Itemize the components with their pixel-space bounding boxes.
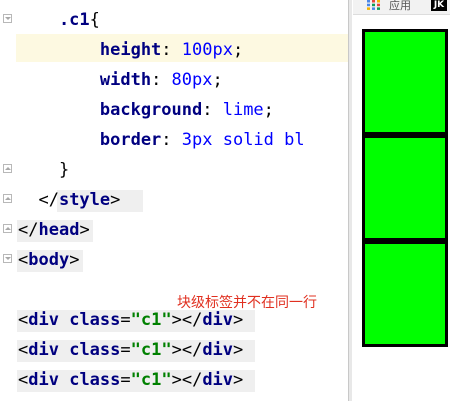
code-line[interactable]: width: 80px;	[18, 68, 223, 92]
code-token: class	[69, 340, 121, 360]
code-token: 100px	[181, 40, 233, 60]
code-token: >	[233, 310, 244, 330]
apps-grid-icon[interactable]	[367, 0, 380, 10]
code-line[interactable]: .c1{	[18, 8, 100, 32]
code-token: class	[69, 370, 121, 390]
code-token: >	[79, 220, 90, 240]
code-token: =	[120, 310, 131, 330]
code-token: </	[18, 220, 39, 240]
code-token: <	[18, 370, 29, 390]
editor-scrollbar[interactable]	[348, 0, 352, 401]
lime-block-2	[362, 135, 448, 241]
code-editor[interactable]: .c1{ height: 100px; width: 80px; backgro…	[0, 0, 351, 401]
code-token: background	[18, 100, 203, 120]
code-token: border	[18, 130, 162, 150]
bookmark-bar: 应用 JK	[353, 0, 450, 15]
code-token: :	[161, 40, 182, 60]
code-token: 3px solid bl	[181, 130, 305, 150]
code-line[interactable]: background: lime;	[18, 98, 274, 122]
code-token: }	[18, 160, 70, 180]
lime-block-1	[362, 29, 448, 135]
lime-block-3	[362, 241, 448, 347]
code-token: </	[18, 190, 59, 210]
code-line[interactable]: }	[18, 158, 69, 182]
code-token: div	[28, 340, 70, 360]
code-token: >	[69, 250, 80, 270]
code-token: width	[18, 70, 152, 90]
code-token: height	[18, 40, 162, 60]
code-token: "c1"	[130, 310, 172, 330]
code-token: div	[202, 340, 234, 360]
code-token: div	[28, 370, 70, 390]
code-token: lime	[222, 100, 264, 120]
fold-collapse-icon[interactable]	[3, 164, 12, 173]
fold-expand-icon[interactable]	[3, 254, 12, 263]
code-line[interactable]: <div class="c1"></div>	[18, 338, 243, 362]
code-token: <	[18, 340, 29, 360]
code-token: :	[202, 100, 223, 120]
code-token: <	[18, 250, 29, 270]
code-token: :	[151, 70, 172, 90]
code-token: ;	[263, 100, 274, 120]
code-token: {	[89, 10, 100, 30]
browser-preview: 应用 JK	[353, 0, 450, 401]
code-token: >	[110, 190, 121, 210]
code-token: div	[202, 370, 234, 390]
code-line[interactable]: <body>	[18, 248, 79, 272]
editor-gutter	[0, 0, 16, 401]
code-token: ></	[171, 310, 203, 330]
code-line[interactable]: height: 100px;	[18, 38, 243, 62]
code-token: body	[28, 250, 70, 270]
code-token: "c1"	[130, 340, 172, 360]
fold-collapse-icon[interactable]	[3, 194, 12, 203]
code-token: class	[69, 310, 121, 330]
code-token: head	[38, 220, 80, 240]
code-token: >	[233, 340, 244, 360]
jk-extension-icon[interactable]: JK	[431, 0, 447, 11]
code-line[interactable]: <div class="c1"></div>	[18, 368, 243, 392]
code-token: div	[28, 310, 70, 330]
code-token: ></	[171, 340, 203, 360]
code-token: :	[161, 130, 182, 150]
annotation-note: 块级标签并不在同一行	[177, 295, 317, 311]
code-token: >	[233, 370, 244, 390]
code-token: =	[120, 340, 131, 360]
fold-expand-icon[interactable]	[3, 14, 12, 23]
code-line[interactable]: </style>	[18, 188, 120, 212]
code-line[interactable]: border: 3px solid bl	[18, 128, 305, 152]
code-token: ></	[171, 370, 203, 390]
code-token: ;	[212, 70, 223, 90]
code-token: ;	[232, 40, 244, 60]
code-token: "c1"	[130, 370, 172, 390]
fold-collapse-icon[interactable]	[3, 224, 12, 233]
code-token: div	[202, 310, 234, 330]
code-line[interactable]: </head>	[18, 218, 90, 242]
code-token: =	[120, 370, 131, 390]
code-token: style	[58, 190, 111, 210]
apps-link[interactable]: 应用	[389, 0, 411, 13]
code-token: <	[18, 310, 29, 330]
code-token: .c1	[18, 10, 90, 30]
code-token: 80px	[171, 70, 213, 90]
